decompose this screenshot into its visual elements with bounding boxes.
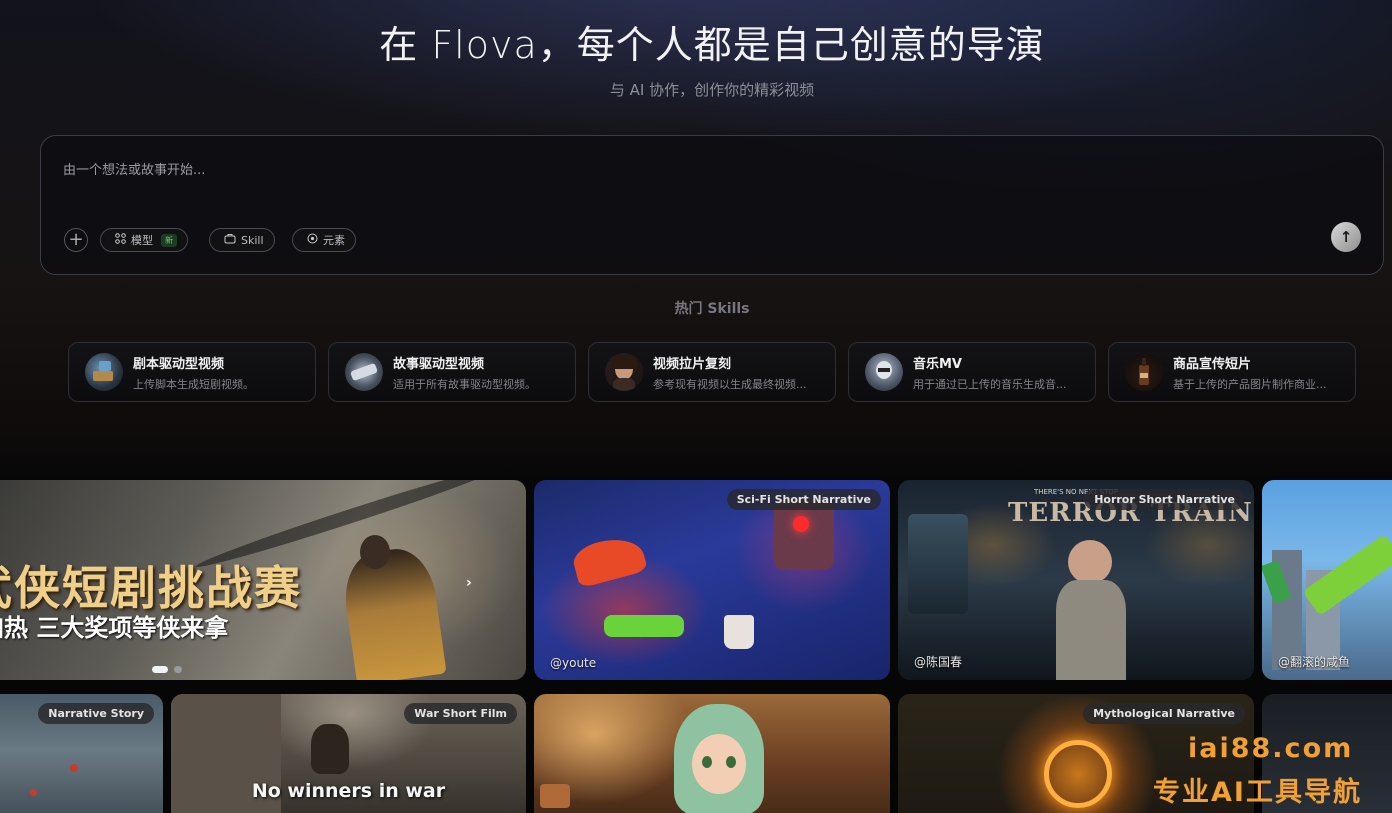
hero-title: 在 Flova，每个人都是自己创意的导演 [379, 23, 1045, 67]
train-window-left [908, 514, 968, 614]
plus-icon: + [68, 229, 84, 250]
skills-heading: 热门 Skills [674, 301, 750, 317]
fire-ring [1044, 740, 1112, 808]
hero-subtitle: 与 AI 协作，创作你的精彩视频 [609, 81, 815, 99]
woman-coat [1056, 580, 1126, 680]
crouching-figure [311, 724, 349, 774]
prompt-box: + 模型 新 Skill 元素 ↑ [40, 135, 1384, 275]
girl-face [692, 734, 746, 794]
woman-face [1068, 540, 1112, 584]
petal-shape [30, 789, 37, 796]
skill-desc: 上传脚本生成短剧视频。 [133, 377, 254, 391]
tile-author[interactable]: @陈国春 [914, 653, 962, 670]
skill-icon [224, 233, 236, 247]
skill-name: 商品宣传短片 [1173, 356, 1252, 372]
skill-desc: 参考现有视频以生成最终视频... [653, 377, 807, 391]
tile-author[interactable]: @youte [550, 656, 596, 670]
flova-home-page: 在 Flova，每个人都是自己创意的导演 与 AI 协作，创作你的精彩视频 + … [0, 0, 1392, 813]
tile-narrative-story[interactable]: Narrative Story [0, 694, 163, 813]
tile-category-tag: Horror Short Narrative [1084, 489, 1245, 510]
element-icon [307, 233, 318, 247]
girl-eye [726, 756, 736, 768]
skill-card-product-promo[interactable]: 商品宣传短片 基于上传的产品图片制作商业... [1108, 342, 1356, 402]
new-badge: 新 [161, 233, 177, 247]
watermark-site: iai88.com [1188, 733, 1354, 764]
arrow-up-icon: ↑ [1339, 228, 1353, 246]
tile-horror-short[interactable]: THERE'S NO NEXT STOP TERROR TRAIN Horror… [898, 480, 1254, 680]
swordsman-head [360, 535, 390, 569]
skill-name: 视频拉片复刻 [653, 356, 732, 372]
tile-category-tag: War Short Film [404, 703, 517, 724]
sneaker-shape [570, 531, 648, 589]
tile-war-short-film[interactable]: War Short Film No winners in war [171, 694, 526, 813]
pot-shape [540, 784, 570, 808]
tile-mecha[interactable]: @翻滚的咸鱼 [1262, 480, 1392, 680]
skill-thumbnail [865, 353, 903, 391]
tile-animated-girl[interactable] [534, 694, 890, 813]
petal-shape [70, 764, 78, 772]
skill-thumbnail [85, 353, 123, 391]
skill-card-script-video[interactable]: 剧本驱动型视频 上传脚本生成短剧视频。 [68, 342, 316, 402]
element-button[interactable]: 元素 [292, 228, 356, 252]
send-button[interactable]: ↑ [1331, 222, 1361, 252]
skill-thumbnail [345, 353, 383, 391]
grid-icon [115, 233, 126, 247]
skill-name: 剧本驱动型视频 [133, 356, 225, 372]
tile-caption: No winners in war [251, 780, 446, 802]
skill-name: 故事驱动型视频 [393, 356, 485, 372]
toy-car-shape [604, 615, 684, 637]
add-attachment-button[interactable]: + [64, 228, 88, 252]
carousel-dot-active[interactable] [152, 666, 168, 673]
tile-scifi-short[interactable]: Sci-Fi Short Narrative @youte [534, 480, 890, 680]
mug-shape [724, 615, 754, 649]
skill-thumbnail [605, 353, 643, 391]
prompt-input[interactable] [63, 158, 1263, 182]
carousel-dot[interactable] [174, 666, 182, 673]
chevron-right-icon[interactable]: › [466, 575, 482, 591]
skill-button[interactable]: Skill [209, 228, 275, 252]
skill-card-music-mv[interactable]: 音乐MV 用于通过已上传的音乐生成音... [848, 342, 1096, 402]
watermark-text: 专业AI工具导航 [1153, 777, 1362, 808]
skill-name: 音乐MV [913, 356, 962, 372]
robot-eye [793, 516, 809, 532]
skill-desc: 适用于所有故事驱动型视频。 [393, 377, 536, 391]
tile-category-tag: Mythological Narrative [1083, 703, 1245, 724]
skill-card-video-remake[interactable]: 视频拉片复刻 参考现有视频以生成最终视频... [588, 342, 836, 402]
girl-eye [702, 756, 712, 768]
tile-category-tag: Narrative Story [38, 703, 154, 724]
skill-card-story-video[interactable]: 故事驱动型视频 适用于所有故事驱动型视频。 [328, 342, 576, 402]
banner-wuxia-challenge[interactable]: 武侠短剧挑战赛 加热 三大奖项等侠来拿 › [0, 480, 526, 680]
robot-shape [774, 500, 834, 570]
skill-desc: 用于通过已上传的音乐生成音... [913, 377, 1067, 391]
model-button-label: 模型 [131, 234, 153, 247]
element-button-label: 元素 [323, 234, 345, 247]
skill-thumbnail [1125, 353, 1163, 391]
model-button[interactable]: 模型 新 [100, 228, 188, 252]
tile-author[interactable]: @翻滚的咸鱼 [1278, 653, 1350, 670]
skill-desc: 基于上传的产品图片制作商业... [1173, 377, 1327, 391]
banner-subtitle: 加热 三大奖项等侠来拿 [0, 614, 229, 642]
swordsman-figure [339, 544, 447, 680]
skill-button-label: Skill [241, 233, 264, 247]
tile-category-tag: Sci-Fi Short Narrative [726, 489, 881, 510]
